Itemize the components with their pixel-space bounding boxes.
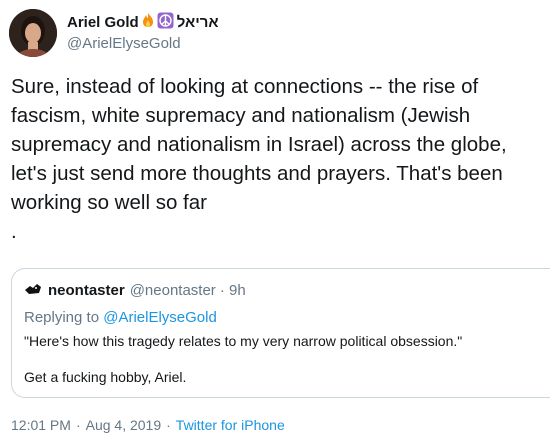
quoted-tweet[interactable]: neontaster @neontaster · 9h Replying to … xyxy=(11,268,550,398)
footer-separator-2: · xyxy=(166,417,171,433)
tweet-text: Sure, instead of looking at connections … xyxy=(11,75,507,243)
quoted-avatar-icon xyxy=(24,282,42,299)
replying-to: Replying to @ArielElyseGold xyxy=(24,309,217,326)
quoted-text-line-1: "Here's how this tragedy relates to my v… xyxy=(24,333,463,349)
replying-to-prefix: Replying to xyxy=(24,309,104,326)
replying-to-mention[interactable]: @ArielElyseGold xyxy=(103,309,217,326)
peace-symbol-icon xyxy=(157,12,174,33)
author-display-name[interactable]: Ariel Gold xyxy=(67,14,139,31)
author-name-row: Ariel Gold אריאל xyxy=(67,12,219,32)
author-hebrew-name: אריאל xyxy=(176,13,219,31)
quoted-time[interactable]: · 9h xyxy=(220,282,246,299)
tweet-time[interactable]: 12:01 PM xyxy=(11,417,71,433)
quoted-header: neontaster @neontaster · 9h xyxy=(24,282,246,299)
tweet-source[interactable]: Twitter for iPhone xyxy=(176,417,285,433)
tweet-date[interactable]: Aug 4, 2019 xyxy=(86,417,162,433)
author-handle[interactable]: @ArielElyseGold xyxy=(67,35,181,52)
quoted-text-line-2: Get a fucking hobby, Ariel. xyxy=(24,369,187,385)
tweet-footer: 12:01 PM · Aug 4, 2019 · Twitter for iPh… xyxy=(11,417,285,433)
fire-emoji-icon xyxy=(140,12,156,32)
author-avatar[interactable] xyxy=(9,9,57,57)
footer-separator: · xyxy=(75,417,81,433)
quoted-display-name[interactable]: neontaster xyxy=(48,282,125,299)
quoted-handle[interactable]: @neontaster xyxy=(130,282,216,299)
